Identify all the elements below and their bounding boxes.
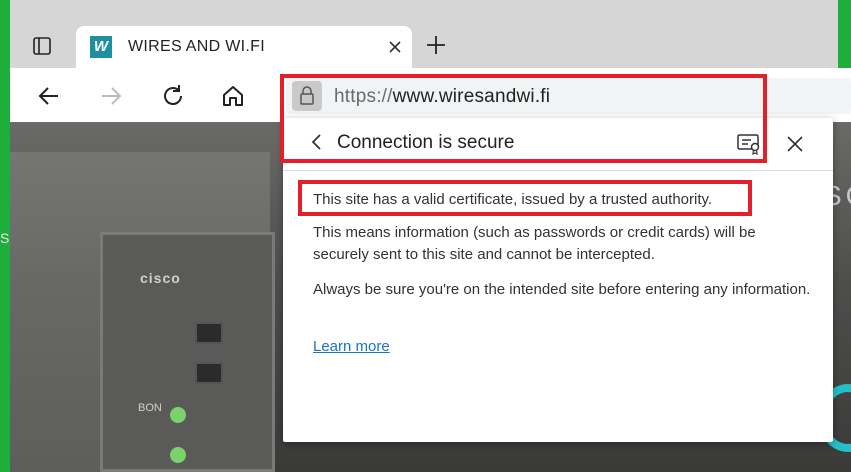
hero-image-led bbox=[170, 407, 186, 423]
hero-image-port bbox=[195, 322, 223, 344]
desktop-right-edge bbox=[838, 0, 851, 68]
highlight-certificate-text bbox=[298, 180, 752, 216]
new-tab-icon[interactable] bbox=[425, 34, 447, 56]
learn-more-link[interactable]: Learn more bbox=[313, 338, 390, 355]
back-icon[interactable] bbox=[36, 83, 62, 109]
hero-image-label: BON bbox=[138, 402, 162, 414]
security-explanation-text: This means information (such as password… bbox=[313, 224, 756, 263]
site-favicon: W bbox=[90, 36, 112, 58]
close-tab-icon[interactable] bbox=[386, 38, 404, 56]
refresh-icon[interactable] bbox=[160, 83, 186, 109]
site-info-popup: Connection is secure This site has a val… bbox=[283, 118, 833, 442]
close-icon[interactable] bbox=[785, 134, 805, 154]
tab-wires-and-wifi[interactable]: W WIRES AND WI.FI bbox=[76, 26, 412, 68]
hero-image-port bbox=[195, 362, 223, 384]
security-advice-text: Always be sure you're on the intended si… bbox=[313, 281, 811, 298]
desktop-text-fragment: S bbox=[0, 230, 10, 246]
tab-actions-icon[interactable] bbox=[32, 36, 52, 56]
forward-icon[interactable] bbox=[98, 83, 124, 109]
tab-title: WIRES AND WI.FI bbox=[128, 38, 265, 55]
browser-window: W WIRES AND WI.FI https://www.wiresandwi… bbox=[10, 0, 851, 472]
hero-image-led bbox=[170, 447, 186, 463]
popup-divider bbox=[283, 170, 833, 171]
hero-image-brand: cisco bbox=[140, 270, 181, 286]
highlight-address-and-header bbox=[280, 74, 767, 163]
hero-image-device bbox=[100, 232, 275, 472]
home-icon[interactable] bbox=[220, 83, 246, 109]
tab-strip: W WIRES AND WI.FI bbox=[10, 0, 851, 68]
